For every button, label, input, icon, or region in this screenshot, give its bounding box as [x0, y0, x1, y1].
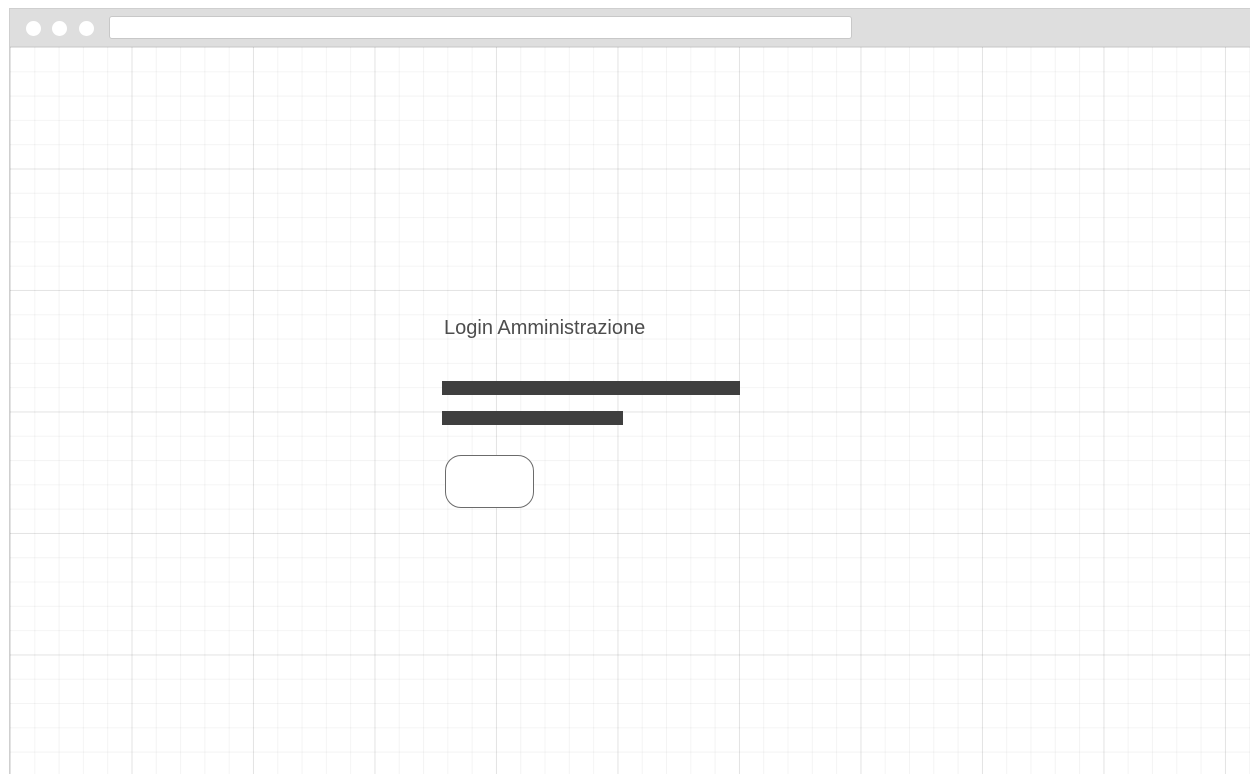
login-button[interactable]: [445, 455, 534, 508]
window-minimize-dot-icon[interactable]: [52, 21, 67, 36]
page-canvas: Login Amministrazione: [10, 47, 1250, 774]
username-field[interactable]: [442, 381, 740, 395]
address-bar[interactable]: [109, 16, 852, 39]
password-field[interactable]: [442, 411, 623, 425]
browser-titlebar: [10, 9, 1250, 47]
page-title: Login Amministrazione: [444, 317, 646, 339]
browser-window: Login Amministrazione: [9, 8, 1250, 774]
window-close-dot-icon[interactable]: [26, 21, 41, 36]
window-maximize-dot-icon[interactable]: [79, 21, 94, 36]
